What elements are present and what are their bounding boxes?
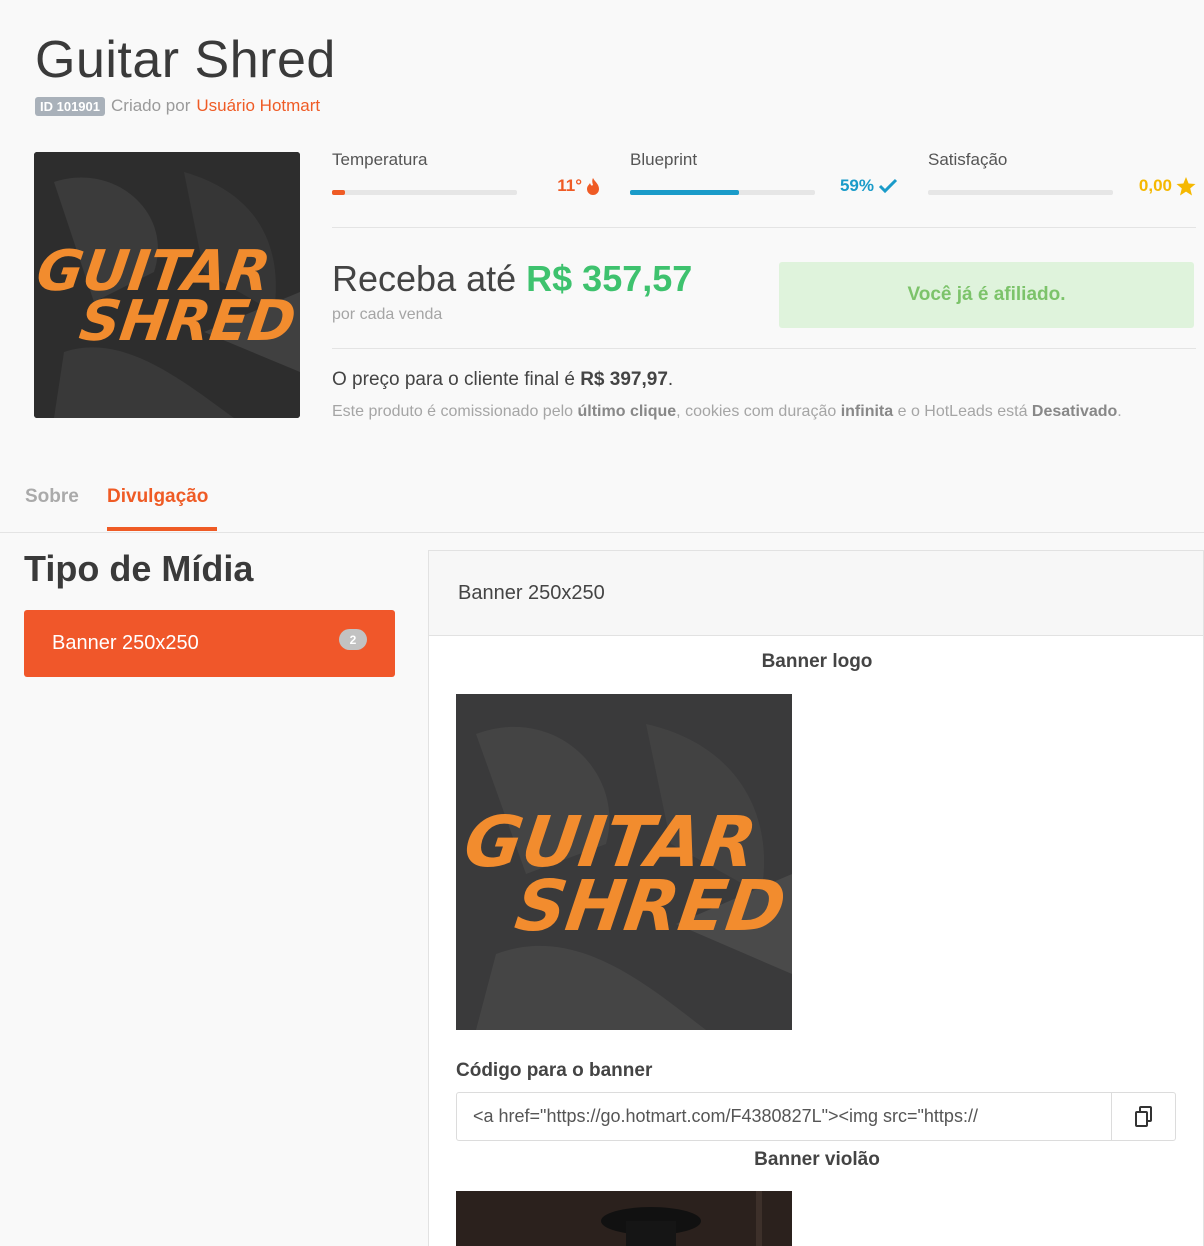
- final-price-line: O preço para o cliente final é R$ 397,97…: [332, 369, 673, 391]
- media-type-title: Tipo de Mídia: [24, 548, 254, 589]
- earnings-headline: Receba até R$ 357,57: [332, 258, 692, 300]
- panel-header: Banner 250x250: [429, 551, 1203, 636]
- final-price-suffix: .: [667, 369, 674, 390]
- metric-value: 59%: [840, 176, 898, 196]
- count-badge: 2: [339, 629, 367, 650]
- note-text: .: [1117, 403, 1122, 420]
- banner-caption: Banner violão: [754, 1149, 880, 1170]
- blueprint-bar-fill: [630, 190, 740, 195]
- banner-caption: Banner logo: [761, 651, 873, 672]
- earnings-amount: R$ 357,57: [526, 258, 693, 299]
- final-price-value: R$ 397,97: [580, 369, 668, 390]
- commission-note: Este produto é comissionado pelo último …: [332, 398, 1172, 426]
- metric-value: 0,00: [1139, 176, 1196, 196]
- satisfaction-bar: [928, 190, 1113, 195]
- flame-icon: [587, 178, 599, 195]
- divider: [332, 348, 1196, 349]
- note-disabled: Desativado: [1031, 403, 1118, 420]
- note-text: , cookies com duração: [676, 403, 837, 420]
- product-page: Guitar Shred ID 101901 Criado por Usuári…: [0, 10, 1204, 1246]
- check-icon: [878, 178, 898, 194]
- tab-divulgacao[interactable]: Divulgação: [107, 486, 208, 508]
- banner-code-field: [456, 1092, 1176, 1141]
- metric-label: Blueprint: [630, 150, 698, 169]
- blueprint-bar: [630, 190, 815, 195]
- metric-value: 11°: [557, 176, 600, 196]
- creator-link[interactable]: Usuário Hotmart: [196, 96, 320, 116]
- active-tab-indicator: [107, 527, 217, 531]
- satisfaction-value: 0,00: [1138, 176, 1172, 195]
- banner-text-shred: SHRED: [510, 865, 790, 947]
- page-title: Guitar Shred: [35, 31, 336, 89]
- banner-logo-image: GUITAR SHRED: [456, 694, 792, 1030]
- metric-satisfaction: Satisfação 0,00: [928, 150, 1196, 195]
- product-subline: ID 101901 Criado por Usuário Hotmart: [35, 96, 320, 116]
- banner-panel: Banner 250x250 Banner logo GUITAR SHRED …: [428, 550, 1204, 1246]
- note-infinite: infinita: [840, 403, 894, 420]
- note-text: e o HotLeads está: [897, 403, 1028, 420]
- created-by-label: Criado por: [111, 96, 191, 115]
- note-last-click: último clique: [577, 403, 677, 420]
- cover-text-shred: SHRED: [76, 289, 300, 354]
- divider: [332, 227, 1196, 228]
- final-price-text: O preço para o cliente final é: [332, 369, 575, 390]
- banner-guitar-image: [456, 1191, 792, 1246]
- affiliate-status-box: Você já é afiliado.: [779, 262, 1194, 328]
- product-metrics: Temperatura 11° Blueprint 59% Satisfação…: [332, 150, 1196, 220]
- product-cover-image: GUITAR SHRED: [34, 152, 300, 418]
- id-badge: ID 101901: [35, 96, 105, 116]
- temperature-value: 11°: [557, 176, 582, 195]
- earnings-prefix: Receba até: [332, 258, 517, 299]
- blueprint-value: 59%: [839, 176, 874, 195]
- media-item-label: Banner 250x250: [52, 632, 199, 654]
- copy-button[interactable]: [1111, 1093, 1175, 1140]
- temperature-bar: [332, 190, 517, 195]
- banner-code-input[interactable]: [457, 1093, 1111, 1140]
- note-text: Este produto é comissionado pelo: [332, 403, 574, 420]
- tab-bar: Sobre Divulgação: [0, 480, 1204, 533]
- media-item-banner[interactable]: Banner 250x250 2: [24, 610, 395, 677]
- metric-temperature: Temperatura 11°: [332, 150, 600, 195]
- banner-code-label: Código para o banner: [456, 1060, 653, 1081]
- metric-label: Temperatura: [332, 150, 428, 169]
- star-icon: [1176, 176, 1196, 195]
- tab-sobre[interactable]: Sobre: [25, 486, 79, 508]
- metric-label: Satisfação: [928, 150, 1008, 169]
- temperature-bar-fill: [332, 190, 345, 195]
- metric-blueprint: Blueprint 59%: [630, 150, 898, 195]
- earnings-subtitle: por cada venda: [332, 306, 443, 323]
- copy-icon: [1134, 1105, 1152, 1127]
